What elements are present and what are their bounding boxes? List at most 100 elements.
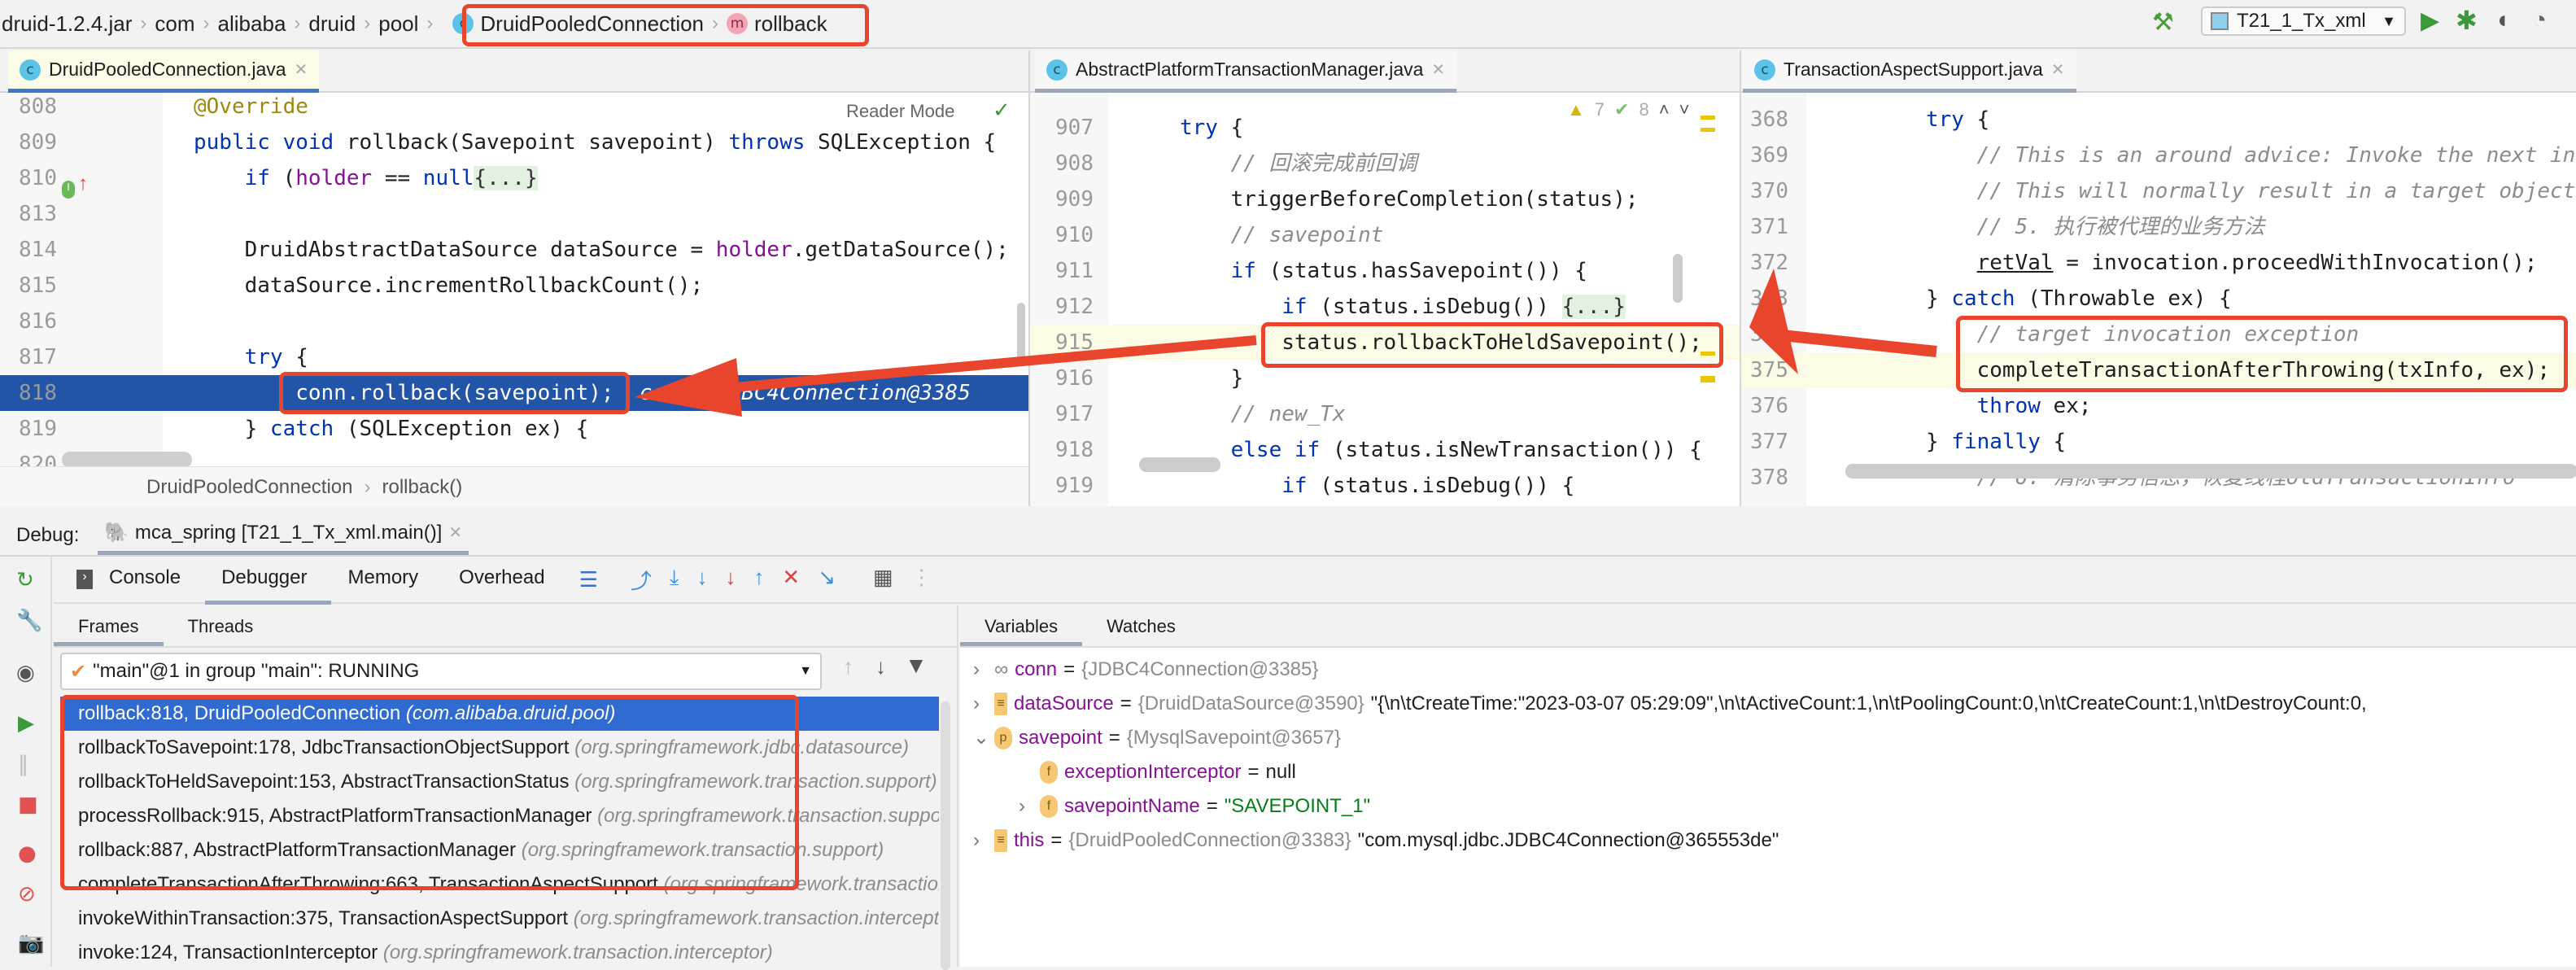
pause-icon[interactable]: ‖ bbox=[18, 752, 28, 776]
debug-session-tab[interactable]: 🐘 mca_spring [T21_1_Tx_xml.main()] ✕ bbox=[98, 514, 469, 555]
step-into-icon[interactable]: ↓ bbox=[696, 565, 707, 595]
variable-name: this bbox=[1014, 829, 1045, 851]
frame-method: processRollback:915, AbstractPlatformTra… bbox=[78, 805, 598, 827]
equals-sign: = bbox=[1120, 693, 1132, 714]
drop-frame-icon[interactable]: ✕ bbox=[782, 565, 800, 595]
field-list-icon: ≡ bbox=[994, 829, 1007, 852]
tab-frames[interactable]: Frames bbox=[54, 605, 164, 646]
expand-icon[interactable]: › bbox=[973, 687, 988, 721]
debug-side-toolbar: ↻ 🔧 ◉ ▶ ‖ ■ ● ⊘ 📷 bbox=[0, 557, 52, 967]
previous-frame-icon[interactable]: ↑ bbox=[843, 654, 854, 679]
variable-row[interactable]: f exceptionInterceptor = null bbox=[1019, 755, 1296, 789]
variable-value: "{\n\tCreateTime:"2023-03-07 05:29:09",\… bbox=[1370, 693, 2367, 714]
close-icon[interactable]: ✕ bbox=[448, 522, 462, 543]
filter-icon[interactable]: ▼ bbox=[905, 653, 928, 679]
mute-breakpoints-icon[interactable]: ⊘ bbox=[18, 882, 36, 907]
frame-method: invoke:124, TransactionInterceptor bbox=[78, 942, 383, 963]
stack-frame[interactable]: invoke:124, TransactionInterceptor (org.… bbox=[60, 936, 939, 970]
field-icon: f bbox=[1040, 795, 1058, 818]
variable-row[interactable]: › ∞ conn = {JDBC4Connection@3385} bbox=[973, 653, 1318, 687]
variable-value: "com.mysql.jdbc.JDBC4Connection@365553de… bbox=[1357, 829, 1779, 851]
rerun-icon[interactable]: ↻ bbox=[16, 568, 34, 592]
variable-name: savepointName bbox=[1064, 795, 1200, 817]
variable-name: dataSource bbox=[1014, 693, 1114, 714]
variable-value: "SAVEPOINT_1" bbox=[1224, 795, 1371, 817]
stack-frame[interactable]: rollbackToHeldSavepoint:153, AbstractTra… bbox=[60, 765, 939, 799]
arrow-to-conn-rollback bbox=[635, 335, 1257, 417]
next-frame-icon[interactable]: ↓ bbox=[875, 654, 886, 679]
frame-method: rollbackToHeldSavepoint:153, AbstractTra… bbox=[78, 771, 575, 793]
frames-tabs: Frames Threads bbox=[54, 605, 277, 646]
variable-name: exceptionInterceptor bbox=[1064, 761, 1242, 783]
variable-row[interactable]: › f savepointName = "SAVEPOINT_1" bbox=[1019, 789, 1370, 824]
debug-label: Debug: bbox=[16, 524, 80, 546]
equals-sign: = bbox=[1108, 727, 1120, 749]
thread-label: "main"@1 in group "main": RUNNING bbox=[93, 660, 420, 682]
equals-sign: = bbox=[1206, 795, 1218, 817]
variable-type: {JDBC4Connection@3385} bbox=[1081, 658, 1319, 680]
settings-wrench-icon[interactable]: 🔧 bbox=[16, 609, 42, 633]
variable-name: conn bbox=[1015, 658, 1058, 680]
stack-frame[interactable]: completeTransactionAfterThrowing:663, Tr… bbox=[60, 867, 939, 902]
tab-threads[interactable]: Threads bbox=[164, 605, 278, 646]
console-icon: › bbox=[76, 570, 93, 589]
frames-scrollbar[interactable] bbox=[941, 701, 950, 970]
frame-package: (org.springframework.transaction.support… bbox=[521, 839, 884, 861]
collapse-icon[interactable]: ⌄ bbox=[973, 721, 989, 755]
stop-icon[interactable]: ■ bbox=[18, 793, 38, 817]
tab-memory[interactable]: Memory bbox=[331, 555, 443, 605]
equals-sign: = bbox=[1063, 658, 1076, 680]
force-step-into-icon[interactable]: ↓ bbox=[725, 565, 736, 595]
tab-debugger[interactable]: Debugger bbox=[205, 555, 332, 605]
variable-name: savepoint bbox=[1019, 727, 1102, 749]
stack-frame[interactable]: rollback:887, AbstractPlatformTransactio… bbox=[60, 833, 939, 867]
frame-package: (org.springframework.transaction.support… bbox=[597, 805, 939, 827]
tab-variables[interactable]: Variables bbox=[960, 605, 1083, 646]
session-label: mca_spring [T21_1_Tx_xml.main()] bbox=[134, 521, 443, 544]
tab-console[interactable]: Console bbox=[93, 555, 205, 605]
run-to-cursor-icon[interactable]: ↘ bbox=[818, 565, 836, 595]
frame-method: rollbackToSavepoint:178, JdbcTransaction… bbox=[78, 736, 575, 758]
stack-frame[interactable]: processRollback:915, AbstractPlatformTra… bbox=[60, 799, 939, 833]
step-over-icon[interactable]: ⤓ bbox=[670, 565, 679, 595]
debug-tool-window: Debug: 🐘 mca_spring [T21_1_Tx_xml.main()]… bbox=[0, 508, 2576, 970]
frame-package: (org.springframework.transaction.interce… bbox=[663, 873, 939, 895]
show-execution-point-icon[interactable]: ⤴ bbox=[631, 565, 652, 595]
thread-select[interactable]: ✔ "main"@1 in group "main": RUNNING ▼ bbox=[60, 653, 822, 690]
stack-frame[interactable]: rollbackToSavepoint:178, JdbcTransaction… bbox=[60, 731, 939, 765]
breakpoints-icon[interactable]: ● bbox=[18, 841, 37, 866]
field-icon: f bbox=[1040, 761, 1058, 784]
frame-package: (org.springframework.jdbc.datasource) bbox=[574, 736, 909, 758]
debugger-toolbar: › Console Debugger Memory Overhead ☰ ⤴ ⤓ ↓ … bbox=[54, 555, 2576, 605]
frame-method: rollback:818, DruidPooledConnection bbox=[78, 702, 406, 724]
variable-row[interactable]: ⌄ p savepoint = {MysqlSavepoint@3657} bbox=[973, 721, 1341, 755]
equals-sign: = bbox=[1247, 761, 1260, 783]
camera-icon[interactable]: 📷 bbox=[18, 931, 44, 955]
view-breakpoints-icon[interactable]: ◉ bbox=[16, 661, 35, 685]
variable-type: {DruidPooledConnection@3383} bbox=[1068, 829, 1351, 851]
evaluate-expression-icon[interactable]: ▦ bbox=[873, 565, 893, 595]
parameter-icon: p bbox=[994, 727, 1012, 749]
watch-icon: ∞ bbox=[994, 658, 1009, 680]
resume-icon[interactable]: ▶ bbox=[18, 711, 34, 736]
frame-package: (org.springframework.transaction.interce… bbox=[573, 907, 939, 929]
frame-method: invokeWithinTransaction:375, Transaction… bbox=[78, 907, 574, 929]
tab-overhead[interactable]: Overhead bbox=[443, 555, 569, 605]
variable-row[interactable]: › ≡ this = {DruidPooledConnection@3383} "com.… bbox=[973, 824, 1779, 858]
frame-package: (com.alibaba.druid.pool) bbox=[405, 702, 616, 724]
stack-frame[interactable]: rollback:818, DruidPooledConnection (com… bbox=[60, 697, 939, 731]
expand-icon[interactable]: › bbox=[1019, 789, 1033, 824]
stack-frame[interactable]: invokeWithinTransaction:375, Transaction… bbox=[60, 902, 939, 936]
frames-list-icon[interactable]: ☰ bbox=[579, 567, 598, 592]
expand-icon[interactable]: › bbox=[973, 653, 988, 687]
step-out-icon[interactable]: ↑ bbox=[753, 565, 764, 595]
frame-method: completeTransactionAfterThrowing:663, Tr… bbox=[78, 873, 664, 895]
equals-sign: = bbox=[1050, 829, 1063, 851]
frame-package: (org.springframework.transaction.interce… bbox=[382, 942, 773, 963]
variable-row[interactable]: › ≡ dataSource = {DruidDataSource@3590} "{\n\… bbox=[973, 687, 2367, 721]
trace-icon[interactable]: ⋮ bbox=[911, 565, 932, 595]
frame-package: (org.springframework.transaction.support… bbox=[574, 771, 937, 793]
tab-watches[interactable]: Watches bbox=[1082, 605, 1200, 646]
expand-icon[interactable]: › bbox=[973, 824, 988, 858]
field-list-icon: ≡ bbox=[994, 693, 1007, 715]
